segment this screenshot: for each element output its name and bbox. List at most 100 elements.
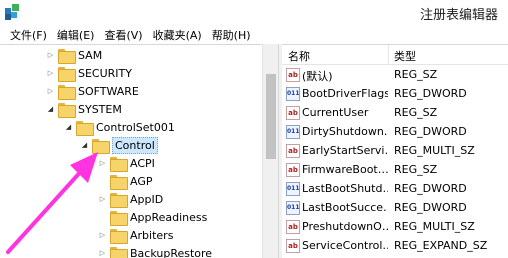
- tree-node-label: SECURITY: [78, 66, 132, 80]
- menu-edit[interactable]: 编辑(E): [57, 27, 95, 43]
- tree-node-label: AGP: [130, 174, 153, 188]
- string-value-icon: ab: [286, 68, 300, 82]
- folder-icon: [58, 102, 76, 118]
- value-type: REG_EXPAND_SZ: [394, 239, 488, 252]
- tree-node-label: Control: [112, 136, 158, 154]
- list-header: 名称 类型: [282, 45, 508, 65]
- tree-node-backuprestore[interactable]: ▷ BackupRestore: [98, 244, 212, 258]
- tree-scrollbar[interactable]: [262, 44, 278, 258]
- tree-node-label: SAM: [78, 48, 103, 62]
- string-value-icon: ab: [286, 239, 300, 253]
- value-name: BootDriverFlags: [302, 87, 388, 100]
- value-type: REG_SZ: [394, 106, 438, 119]
- folder-icon: [58, 84, 76, 100]
- value-row[interactable]: ab ServiceControl… REG_EXPAND_SZ: [282, 237, 508, 256]
- binary-value-icon: 011: [286, 182, 300, 196]
- tree-node-label: Arbiters: [130, 228, 174, 242]
- string-value-icon: ab: [286, 220, 300, 234]
- string-value-icon: ab: [286, 106, 300, 120]
- folder-icon: [76, 120, 94, 136]
- tree-node-appid[interactable]: ▷ AppID: [98, 190, 163, 208]
- window-title: 注册表编辑器: [419, 8, 498, 23]
- expand-arrow-icon[interactable]: ▷: [98, 244, 107, 258]
- regedit-app-icon: [5, 4, 19, 20]
- folder-icon: [110, 246, 128, 258]
- tree-node-software[interactable]: ▷ SOFTWARE: [46, 82, 139, 100]
- tree-node-label: ControlSet001: [96, 120, 175, 134]
- tree-node-control[interactable]: ◢ Control: [80, 136, 158, 154]
- column-divider[interactable]: [388, 45, 389, 65]
- scrollbar-thumb[interactable]: [266, 74, 276, 159]
- tree-node-arbiters[interactable]: ▷ Arbiters: [98, 226, 173, 244]
- expand-arrow-placeholder: [98, 208, 107, 226]
- value-row[interactable]: ab CurrentUser REG_SZ: [282, 104, 508, 123]
- value-row[interactable]: 011 LastBootShutd… REG_DWORD: [282, 180, 508, 199]
- value-name: DirtyShutdown…: [302, 125, 388, 138]
- tree-node-agp[interactable]: AGP: [98, 172, 153, 190]
- value-name: LastBootShutd…: [302, 182, 388, 195]
- registry-tree[interactable]: ▷ SAM ▷ SECURITY ▷ SOFTWARE ◢ SYSTEM ◢ C…: [0, 44, 278, 258]
- tree-node-label: AppID: [130, 192, 164, 206]
- value-name: PreshutdownO…: [302, 220, 388, 233]
- tree-node-sam[interactable]: ▷ SAM: [46, 46, 102, 64]
- folder-icon: [110, 192, 128, 208]
- value-row[interactable]: ab FirmwareBoot… REG_SZ: [282, 161, 508, 180]
- expand-arrow-icon[interactable]: ▷: [46, 82, 55, 100]
- string-value-icon: ab: [286, 163, 300, 177]
- tree-node-system[interactable]: ◢ SYSTEM: [46, 100, 122, 118]
- value-type: REG_DWORD: [394, 201, 467, 214]
- collapse-arrow-icon[interactable]: ◢: [64, 118, 73, 136]
- tree-node-acpi[interactable]: ▷ ACPI: [98, 154, 155, 172]
- collapse-arrow-icon[interactable]: ◢: [80, 136, 89, 154]
- binary-value-icon: 011: [286, 87, 300, 101]
- value-name: (默认): [302, 70, 333, 83]
- collapse-arrow-icon[interactable]: ◢: [46, 100, 55, 118]
- folder-icon: [110, 174, 128, 190]
- value-type: REG_SZ: [394, 68, 438, 81]
- folder-icon: [110, 210, 128, 226]
- value-type: REG_MULTI_SZ: [394, 220, 475, 233]
- expand-arrow-icon[interactable]: ▷: [98, 226, 107, 244]
- menu-favorites[interactable]: 收藏夹(A): [153, 27, 202, 43]
- value-type: REG_DWORD: [394, 125, 467, 138]
- binary-value-icon: 011: [286, 125, 300, 139]
- menu-view[interactable]: 查看(V): [104, 27, 142, 43]
- folder-icon: [110, 228, 128, 244]
- value-type: REG_MULTI_SZ: [394, 144, 475, 157]
- value-row[interactable]: ab EarlyStartServi… REG_MULTI_SZ: [282, 142, 508, 161]
- menu-file[interactable]: 文件(F): [10, 27, 47, 43]
- tree-node-controlset001[interactable]: ◢ ControlSet001: [64, 118, 175, 136]
- tree-node-label: AppReadiness: [130, 210, 208, 224]
- value-row[interactable]: ab PreshutdownO… REG_MULTI_SZ: [282, 218, 508, 237]
- expand-arrow-icon[interactable]: ▷: [46, 64, 55, 82]
- value-type: REG_DWORD: [394, 87, 467, 100]
- expand-arrow-icon[interactable]: ▷: [98, 190, 107, 208]
- expand-arrow-icon[interactable]: ▷: [98, 154, 107, 172]
- value-type: REG_DWORD: [394, 182, 467, 195]
- tree-node-security[interactable]: ▷ SECURITY: [46, 64, 132, 82]
- column-header-name[interactable]: 名称: [288, 48, 310, 64]
- value-type: REG_SZ: [394, 163, 438, 176]
- tree-node-label: BackupRestore: [130, 246, 213, 258]
- value-name: LastBootSucce…: [302, 201, 388, 214]
- expand-arrow-icon[interactable]: ▷: [46, 46, 55, 64]
- value-row[interactable]: 011 LastBootSucce… REG_DWORD: [282, 199, 508, 218]
- string-value-icon: ab: [286, 144, 300, 158]
- value-row[interactable]: 011 DirtyShutdown… REG_DWORD: [282, 123, 508, 142]
- values-list[interactable]: 名称 类型 ab (默认) REG_SZ 011 BootDriverFlags…: [282, 44, 508, 258]
- menu-help[interactable]: 帮助(H): [212, 27, 251, 43]
- column-header-type[interactable]: 类型: [394, 48, 416, 64]
- menu-bar: 文件(F) 编辑(E) 查看(V) 收藏夹(A) 帮助(H): [0, 26, 508, 44]
- tree-node-label: SYSTEM: [78, 102, 122, 116]
- value-row[interactable]: 011 BootDriverFlags REG_DWORD: [282, 85, 508, 104]
- value-row[interactable]: ab (默认) REG_SZ: [282, 66, 508, 85]
- folder-open-icon: [92, 138, 110, 154]
- title-bar: 注册表编辑器: [0, 0, 508, 26]
- value-name: EarlyStartServi…: [302, 144, 388, 157]
- tree-node-label: SOFTWARE: [78, 84, 139, 98]
- tree-node-label: ACPI: [130, 156, 155, 170]
- folder-icon: [58, 48, 76, 64]
- expand-arrow-placeholder: [98, 172, 107, 190]
- tree-node-appreadiness[interactable]: AppReadiness: [98, 208, 207, 226]
- folder-icon: [58, 66, 76, 82]
